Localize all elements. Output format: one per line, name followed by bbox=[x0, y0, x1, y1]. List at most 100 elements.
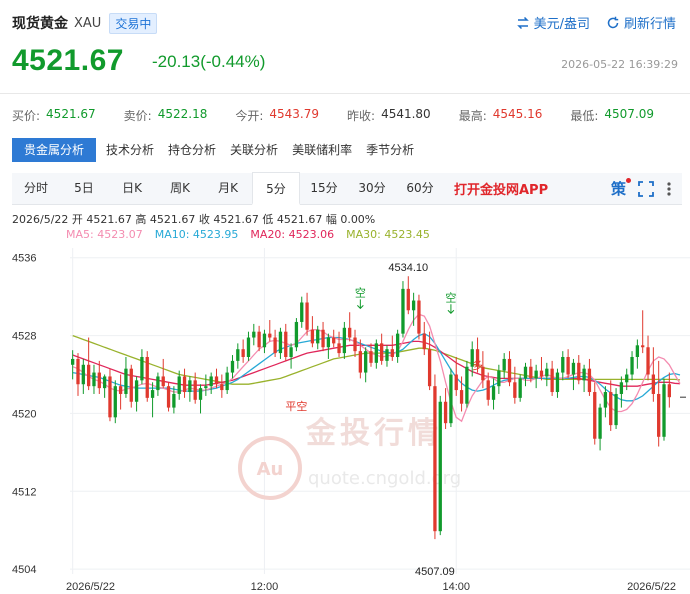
currency-unit-label: 美元/盎司 bbox=[533, 17, 590, 32]
candlestick-chart[interactable]: 4504 4512 4520 4528 4536 2026/5/22 12:00 14:00 2… bbox=[0, 238, 690, 594]
candle-body bbox=[348, 327, 352, 338]
candle-body bbox=[427, 349, 432, 387]
analysis-tab[interactable]: 关联分析 bbox=[223, 138, 285, 162]
candle-body bbox=[262, 333, 267, 348]
candle-body bbox=[86, 364, 91, 387]
candle-body bbox=[284, 331, 288, 357]
candle-body bbox=[390, 349, 394, 357]
candle-body bbox=[289, 347, 293, 357]
period-tab[interactable]: 月K bbox=[204, 172, 252, 204]
analysis-tab[interactable]: 持仓分析 bbox=[161, 138, 223, 162]
candle-body bbox=[395, 333, 400, 357]
candle-body bbox=[332, 337, 336, 344]
watermark-badge: Au bbox=[257, 459, 284, 480]
trading-status-badge: 交易中 bbox=[109, 12, 158, 34]
open-app-link[interactable]: 打开金投网APP bbox=[454, 179, 548, 198]
candle-body bbox=[102, 376, 107, 389]
candle-body bbox=[497, 370, 501, 387]
period-tab[interactable]: 30分 bbox=[348, 172, 396, 204]
candle-body bbox=[529, 366, 533, 379]
period-tab[interactable]: 日K bbox=[108, 172, 156, 204]
candle-body bbox=[278, 331, 283, 354]
candle-body bbox=[193, 380, 197, 400]
strategy-button[interactable]: 策 bbox=[611, 178, 631, 199]
candle-body bbox=[134, 380, 139, 402]
instrument-code: XAU bbox=[74, 15, 102, 31]
candle-body bbox=[71, 358, 75, 365]
candle-body bbox=[433, 386, 437, 532]
analysis-tab[interactable]: 美联储利率 bbox=[285, 138, 359, 162]
more-options-icon[interactable] bbox=[666, 181, 672, 197]
candle-body bbox=[358, 351, 362, 373]
currency-unit-button[interactable]: 美元/盎司 bbox=[516, 13, 590, 32]
period-tab[interactable]: 周K bbox=[156, 172, 204, 204]
period-tab[interactable]: 5日 bbox=[60, 172, 108, 204]
quote-label: 买价: bbox=[12, 109, 41, 123]
candle-body bbox=[236, 349, 240, 361]
refresh-icon bbox=[607, 16, 619, 28]
x-tick-label: 14:00 bbox=[442, 581, 470, 593]
candle-body bbox=[145, 356, 149, 398]
candle-body bbox=[369, 351, 373, 363]
candle-body bbox=[257, 331, 261, 348]
candle-body bbox=[342, 327, 347, 354]
candle-body bbox=[657, 393, 661, 437]
quote-item: 最高: 4545.16 bbox=[459, 107, 571, 124]
candle-body bbox=[609, 392, 613, 426]
y-tick-label: 4520 bbox=[12, 408, 36, 420]
candle-body bbox=[491, 386, 496, 400]
period-tab[interactable]: 5分 bbox=[252, 172, 300, 205]
candle-body bbox=[316, 329, 320, 344]
y-tick-label: 4528 bbox=[12, 331, 36, 343]
period-tabs-bar: 分时 5日 日K 周K 月K 5分 15分 30分 60分 打开金投网APP 策 bbox=[12, 172, 682, 205]
quote-label: 卖价: bbox=[123, 109, 152, 123]
quote-summary-row: 买价: 4521.67 卖价: 4522.18 今开: 4543.79 昨收: 4541.80… bbox=[12, 107, 682, 124]
quote-value: 4522.18 bbox=[157, 107, 208, 121]
analysis-tab[interactable]: 贵金属分析 bbox=[12, 138, 97, 162]
candle-body bbox=[76, 358, 80, 385]
divider bbox=[0, 93, 690, 94]
candle-body bbox=[252, 331, 256, 338]
quote-timestamp: 2026-05-22 16:39:29 bbox=[561, 58, 678, 71]
candle-body bbox=[577, 362, 581, 381]
period-tab[interactable]: 60分 bbox=[396, 172, 444, 204]
candle-body bbox=[619, 382, 624, 394]
candle-body bbox=[518, 378, 522, 398]
candle-body bbox=[651, 374, 656, 394]
min-price-label: 4507.09 bbox=[415, 566, 455, 578]
quote-value: 4521.67 bbox=[46, 107, 96, 121]
analysis-tab[interactable]: 技术分析 bbox=[99, 138, 161, 162]
header-actions: 美元/盎司 刷新行情 bbox=[516, 13, 676, 32]
candle-body bbox=[449, 374, 453, 424]
candle-body bbox=[81, 364, 85, 385]
quote-item: 最低: 4507.09 bbox=[570, 107, 682, 124]
candle-body bbox=[550, 368, 554, 393]
candle-body bbox=[326, 337, 331, 348]
candle-body bbox=[417, 300, 421, 334]
candle-body bbox=[182, 376, 187, 393]
candle-body bbox=[422, 333, 426, 350]
candle-body bbox=[582, 368, 586, 381]
refresh-quote-button[interactable]: 刷新行情 bbox=[606, 13, 676, 32]
candle-body bbox=[220, 384, 224, 391]
candle-body bbox=[118, 386, 123, 394]
candle-body bbox=[97, 372, 101, 389]
fullscreen-icon[interactable] bbox=[638, 180, 654, 197]
candle-body bbox=[635, 345, 640, 357]
candle-body bbox=[150, 390, 155, 398]
candle-body bbox=[406, 288, 410, 311]
candle-body bbox=[459, 390, 464, 404]
x-tick-label: 12:00 bbox=[251, 581, 279, 593]
watermark-url: quote.cngold.org bbox=[308, 468, 461, 489]
quote-label: 最高: bbox=[458, 109, 487, 123]
x-tick-label: 2026/5/22 bbox=[66, 581, 115, 593]
analysis-tab[interactable]: 季节分析 bbox=[359, 138, 421, 162]
y-tick-label: 4504 bbox=[12, 564, 36, 576]
candle-body bbox=[593, 392, 597, 439]
candle-body bbox=[534, 370, 538, 379]
candle-body bbox=[124, 368, 128, 394]
swap-icon bbox=[516, 16, 529, 29]
period-tab[interactable]: 分时 bbox=[12, 172, 60, 204]
max-price-label: 4534.10 bbox=[388, 262, 428, 274]
period-tab[interactable]: 15分 bbox=[300, 172, 348, 204]
